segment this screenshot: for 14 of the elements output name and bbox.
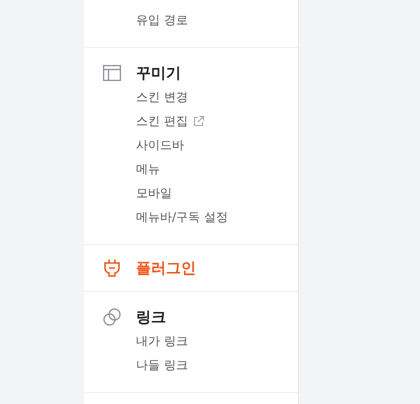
menu-item[interactable]: 메뉴	[136, 157, 160, 181]
menu-item[interactable]: 스킨 편집	[136, 109, 188, 133]
menu-item[interactable]: 내가 링크	[136, 329, 188, 353]
menu-item[interactable]: 나들 링크	[136, 353, 188, 377]
menu-item[interactable]: 스킨 변경	[136, 85, 188, 109]
plug-icon	[104, 259, 120, 277]
layout-icon	[103, 65, 121, 81]
menu-category[interactable]: 링크	[136, 305, 166, 329]
menu-item[interactable]: 메뉴바/구독 설정	[136, 205, 228, 229]
menu-item[interactable]: 모바일	[136, 181, 172, 205]
menu-item[interactable]: 사이드바	[136, 133, 184, 157]
menu-item[interactable]: 유입 경로	[136, 8, 188, 32]
link-icon	[103, 308, 121, 326]
menu-category[interactable]: 꾸미기	[136, 61, 181, 85]
